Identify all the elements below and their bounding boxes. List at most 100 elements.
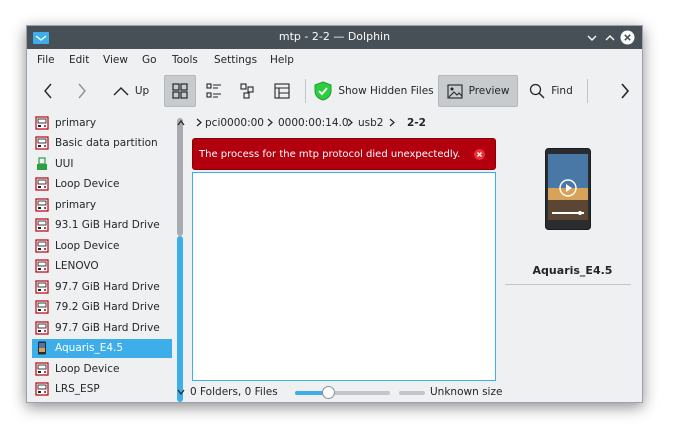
close-icon[interactable]: [474, 149, 485, 160]
places-item-label: 93.1 GiB Hard Drive: [55, 219, 160, 231]
places-item[interactable]: 97.7 GiB Hard Drive: [32, 318, 172, 337]
menu-bar: File Edit View Go Tools Settings Help: [27, 49, 642, 71]
information-panel: Aquaris_E4.5: [503, 112, 642, 402]
usb-icon: [37, 156, 47, 170]
chevron-up-icon: [605, 34, 614, 40]
chevron-right-icon: [196, 118, 202, 127]
drive-icon: [35, 361, 49, 376]
menu-tools[interactable]: Tools: [172, 54, 198, 66]
preview-toggle-button[interactable]: Preview: [438, 75, 518, 107]
compact-view-button[interactable]: [200, 75, 228, 107]
device-name: Aquaris_E4.5: [532, 264, 613, 277]
breadcrumb-segment[interactable]: pci0000:00: [205, 117, 264, 129]
chevron-down-icon: [587, 35, 596, 41]
menu-edit[interactable]: Edit: [69, 54, 89, 66]
info-divider: [505, 284, 631, 285]
chevron-right-icon: [267, 118, 273, 127]
forward-arrow-icon: [78, 83, 86, 99]
places-item[interactable]: Loop Device: [32, 236, 172, 255]
preview-label: Preview: [468, 85, 510, 97]
show-hidden-files-label: Show Hidden Files: [338, 85, 434, 97]
places-scrollbar-handle[interactable]: [177, 236, 183, 402]
places-item[interactable]: Basic data partition: [32, 134, 172, 153]
phone-preview-icon: [545, 148, 591, 230]
up-button[interactable]: Up: [109, 75, 153, 107]
find-label: Find: [551, 85, 573, 97]
places-item-label: primary: [55, 116, 97, 129]
split-view-icon: [274, 83, 290, 99]
menu-go[interactable]: Go: [142, 54, 157, 66]
compact-view-icon: [206, 83, 221, 98]
space-bar: [399, 391, 425, 395]
drive-icon: [35, 382, 49, 396]
error-text: The process for the mtp protocol died un…: [199, 149, 461, 160]
window-title: mtp - 2-2 — Dolphin: [278, 30, 391, 43]
drive-icon: [35, 115, 49, 130]
chevron-down-icon[interactable]: [177, 389, 185, 395]
chevron-right-icon: [389, 118, 395, 127]
drive-icon: [35, 177, 49, 191]
places-item-label: Basic data partition: [55, 137, 158, 149]
places-item[interactable]: Loop Device: [32, 359, 172, 378]
places-item-label: 79.2 GiB Hard Drive: [55, 301, 160, 313]
more-toolbar-button[interactable]: [615, 75, 635, 107]
breadcrumb-segment[interactable]: 0000:00:14.0: [278, 117, 349, 129]
toolbar-separator: [587, 79, 588, 103]
places-panel: primary Basic data partition UUI Loop Devic…: [27, 112, 187, 402]
icons-view-button[interactable]: [164, 75, 196, 107]
places-scrollbar-track[interactable]: [177, 118, 183, 236]
close-button[interactable]: [620, 30, 635, 45]
menu-file[interactable]: File: [37, 54, 55, 66]
back-arrow-icon: [44, 83, 52, 99]
menu-view[interactable]: View: [103, 54, 128, 66]
chevron-right-icon: [621, 83, 630, 99]
shield-check-icon: [314, 81, 332, 101]
free-space-label: Unknown size: [430, 386, 503, 398]
menu-help[interactable]: Help: [270, 54, 294, 66]
places-item-label: LRS_ESP: [55, 383, 100, 395]
error-message: The process for the mtp protocol died un…: [192, 138, 496, 170]
places-item[interactable]: primary: [32, 113, 172, 132]
places-item[interactable]: Aquaris_E4.5: [32, 338, 172, 358]
split-view-button[interactable]: [268, 75, 296, 107]
details-view-icon: [240, 83, 254, 99]
places-item[interactable]: 97.7 GiB Hard Drive: [32, 277, 172, 296]
back-button[interactable]: [35, 75, 61, 107]
places-item[interactable]: LENOVO: [32, 257, 172, 276]
zoom-slider-handle[interactable]: [322, 386, 336, 399]
places-item-label: Loop Device: [55, 178, 120, 190]
places-item[interactable]: Loop Device: [32, 175, 172, 194]
details-view-button[interactable]: [234, 75, 262, 107]
places-item-label: Loop Device: [55, 239, 120, 252]
title-bar[interactable]: mtp - 2-2 — Dolphin: [27, 26, 642, 49]
drive-icon: [35, 197, 49, 212]
zoom-slider[interactable]: [295, 386, 390, 399]
search-icon: [530, 83, 545, 99]
places-item[interactable]: LRS_ESP: [32, 380, 172, 399]
menu-settings[interactable]: Settings: [214, 54, 257, 66]
places-item[interactable]: 79.2 GiB Hard Drive: [32, 298, 172, 317]
icons-view-icon: [172, 83, 188, 99]
drive-icon: [35, 136, 49, 150]
places-item-label: 97.7 GiB Hard Drive: [55, 321, 160, 334]
file-view[interactable]: [192, 172, 496, 381]
places-item-label: Aquaris_E4.5: [55, 342, 124, 354]
places-item[interactable]: 93.1 GiB Hard Drive: [32, 216, 172, 235]
show-hidden-files-button[interactable]: Show Hidden Files: [314, 75, 434, 107]
phone-icon: [38, 341, 46, 355]
find-button[interactable]: Find: [523, 75, 579, 107]
places-item[interactable]: primary: [32, 195, 172, 214]
forward-button[interactable]: [69, 75, 95, 107]
location-breadcrumb: pci0000:00 0000:00:14.0 usb2 2-2: [175, 112, 515, 132]
places-item-label: 97.7 GiB Hard Drive: [55, 280, 160, 293]
places-item[interactable]: UUI: [32, 154, 172, 173]
status-bar: 0 Folders, 0 Files Unknown size: [175, 382, 505, 402]
drive-icon: [35, 320, 49, 335]
breadcrumb-segment[interactable]: usb2: [358, 117, 383, 129]
maximize-button[interactable]: [602, 30, 617, 45]
places-item-label: LENOVO: [55, 260, 99, 272]
chevron-up-icon[interactable]: [177, 120, 185, 126]
minimize-button[interactable]: [584, 30, 599, 45]
drive-icon: [35, 218, 49, 232]
breadcrumb-current[interactable]: 2-2: [407, 117, 426, 129]
